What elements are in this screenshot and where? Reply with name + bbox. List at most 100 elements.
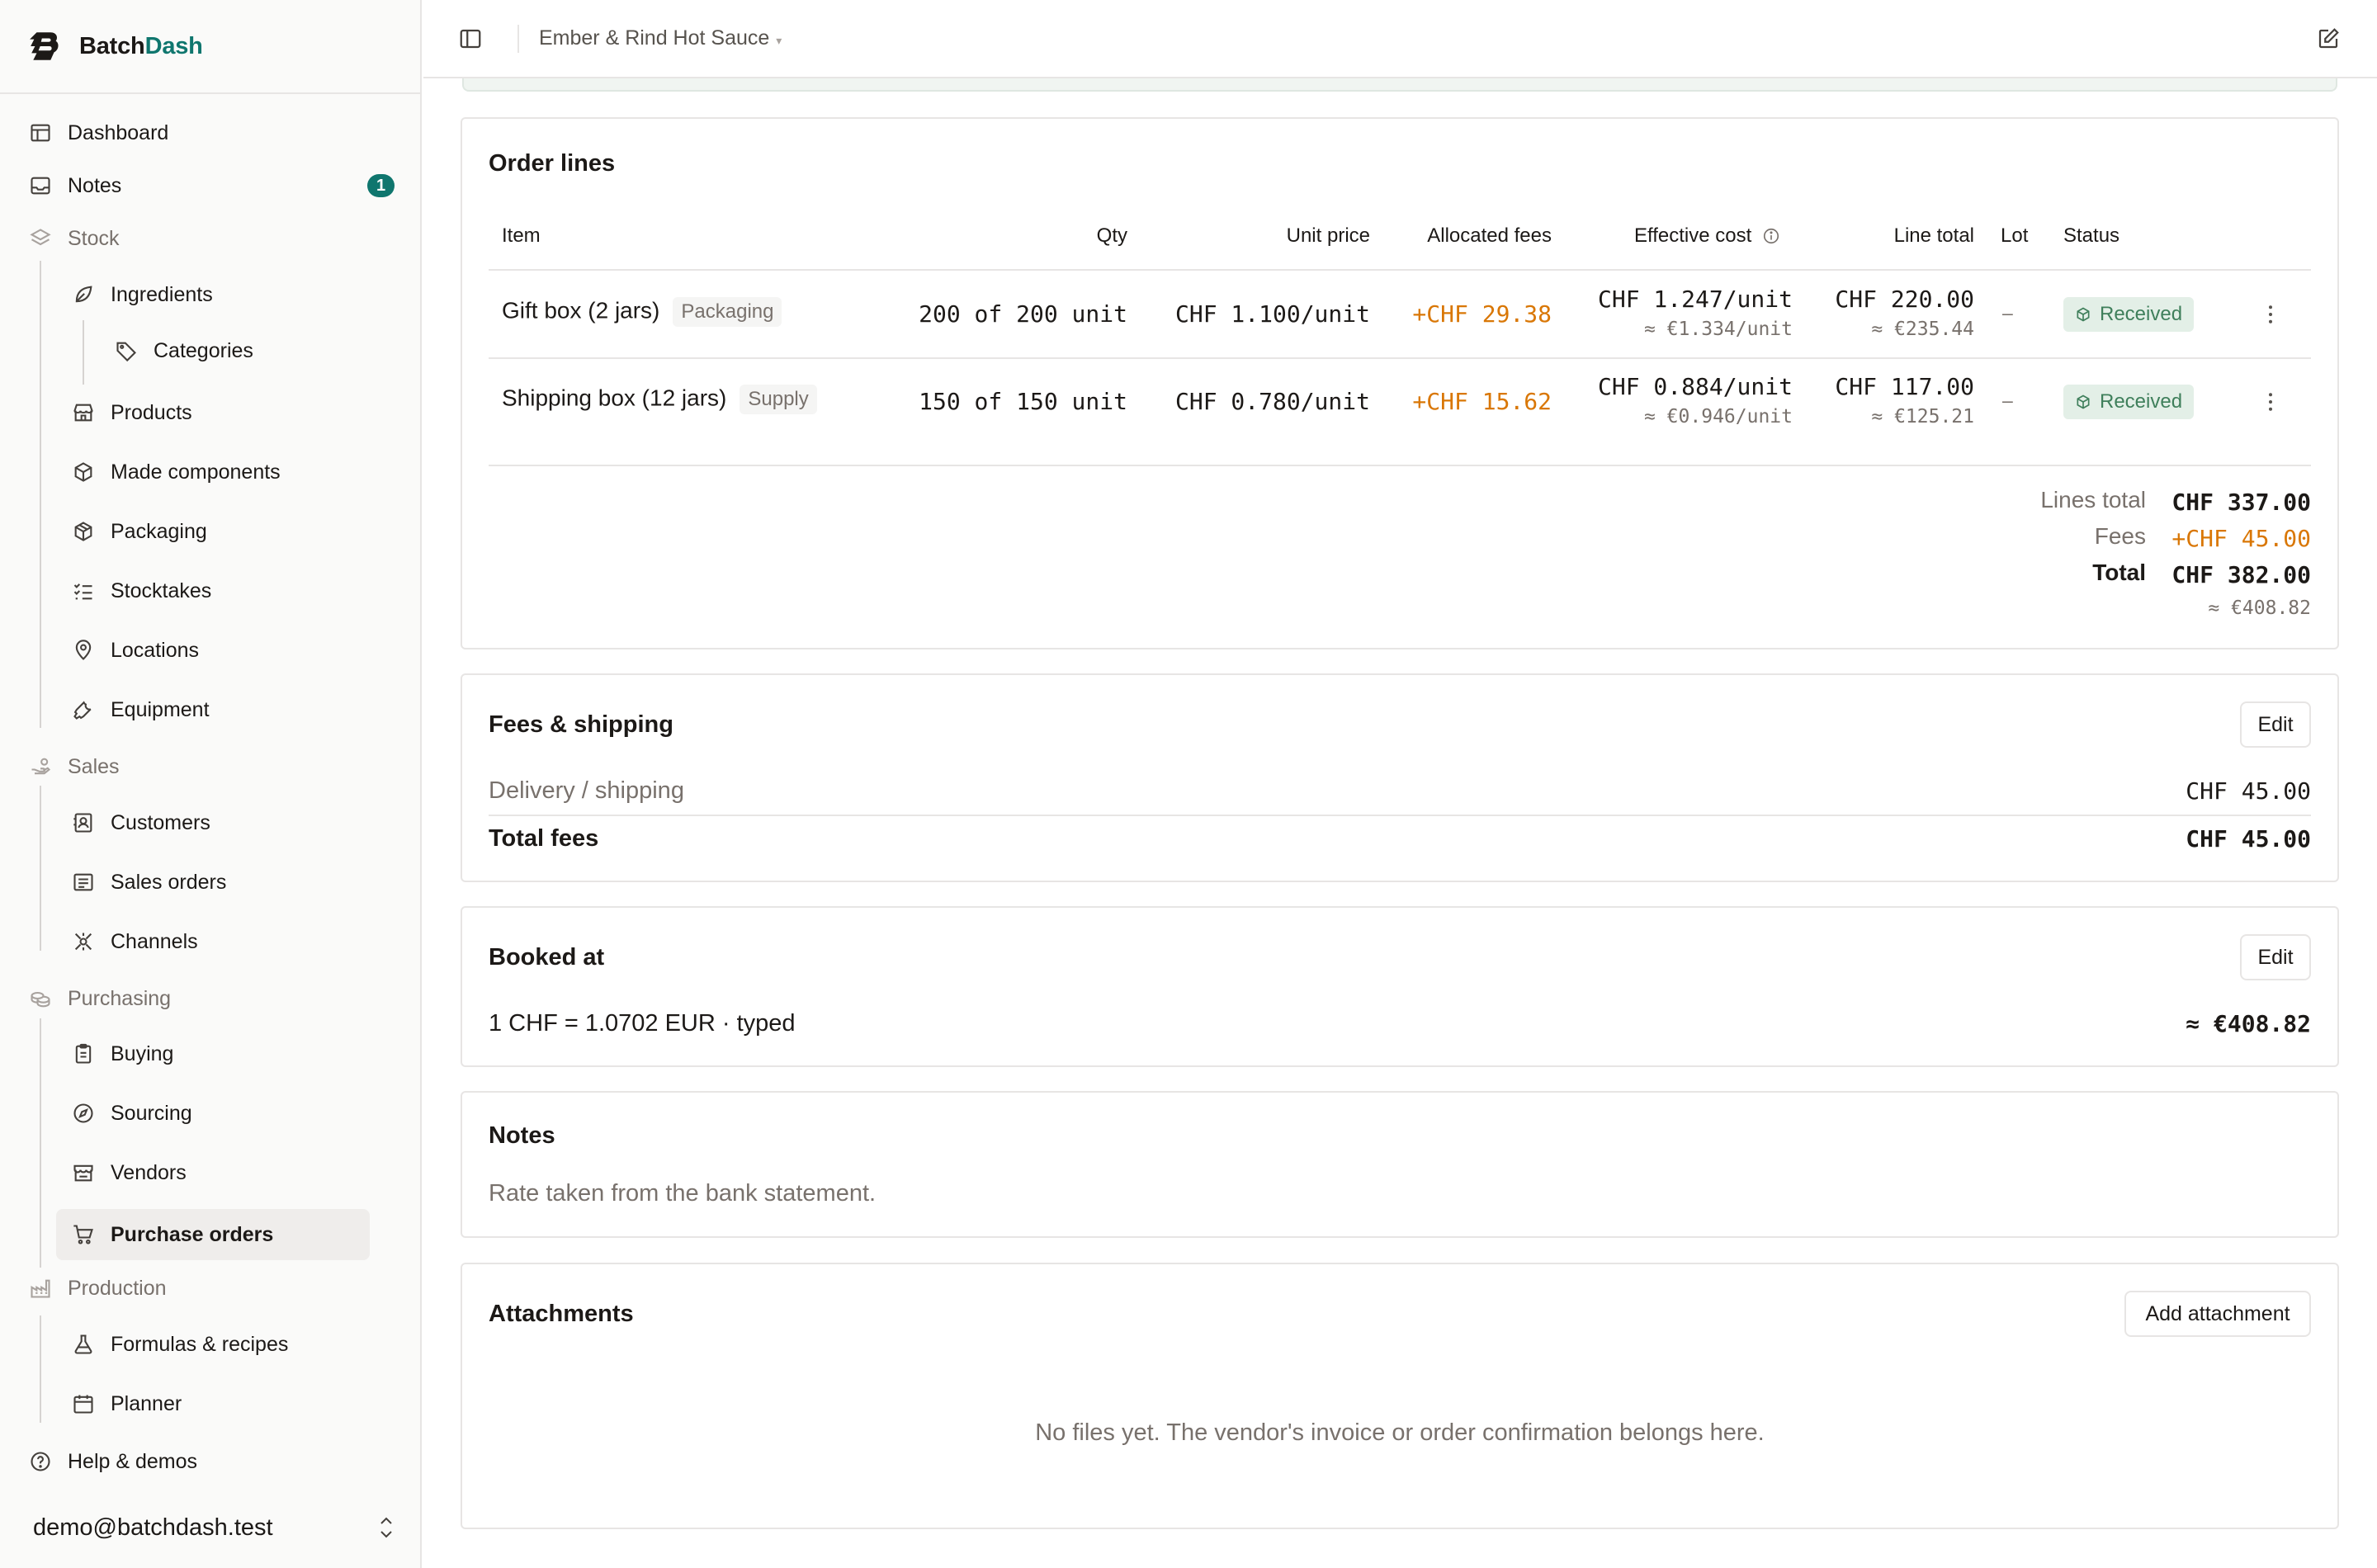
edit-fees-button[interactable]: Edit: [2240, 701, 2311, 748]
order-summary-values: CHF 337.00 +CHF 45.00 CHF 382.00 ≈ €408.…: [2146, 489, 2311, 654]
sidebar-item-planner[interactable]: Planner: [71, 1381, 182, 1427]
sidebar-toggle-icon[interactable]: [458, 26, 483, 51]
sidebar-item-notes[interactable]: Notes: [28, 163, 424, 209]
sidebar-item-ingredients[interactable]: Ingredients: [71, 272, 213, 318]
total-label: Total: [2092, 560, 2146, 585]
tree-line-sales: [40, 786, 41, 951]
table-cell-fees: +CHF 15.62: [1412, 388, 1552, 415]
sidebar-item-channels[interactable]: Channels: [71, 919, 198, 965]
receipt-icon: [71, 870, 96, 895]
sidebar-label-locations: Locations: [111, 638, 200, 662]
col-header-qty[interactable]: Qty: [1032, 224, 1127, 248]
user-menu[interactable]: demo@batchdash.test: [33, 1507, 396, 1548]
table-cell-qty: 150 of 150 unit: [919, 388, 1127, 415]
sidebar-label-formulas: Formulas & recipes: [111, 1332, 289, 1356]
sidebar-item-stocktakes[interactable]: Stocktakes: [71, 568, 211, 614]
status-badge: Received: [2063, 385, 2195, 419]
sidebar-label-purchase-orders: Purchase orders: [111, 1222, 274, 1246]
category-tag: Packaging: [673, 297, 782, 327]
sidebar-item-equipment[interactable]: Equipment: [71, 687, 210, 733]
notes-text[interactable]: Rate taken from the bank statement.: [489, 1180, 876, 1207]
sidebar-label-notes: Notes: [68, 173, 122, 197]
sidebar-item-categories[interactable]: Categories: [114, 328, 253, 374]
sidebar-item-products[interactable]: Products: [71, 390, 192, 436]
sidebar-item-buying[interactable]: Buying: [71, 1031, 173, 1077]
table-cell-effective-cost: CHF 0.884/unit: [1597, 373, 1793, 400]
attachments-card: Attachments Add attachment No files yet.…: [461, 1263, 2339, 1529]
col-header-unit-price[interactable]: Unit price: [1188, 224, 1370, 248]
fees-divider: [489, 815, 2311, 816]
fees-value: +CHF 45.00: [2171, 525, 2311, 552]
sidebar-section-sales[interactable]: Sales: [28, 744, 120, 790]
col-header-allocated-fees[interactable]: Allocated fees: [1387, 224, 1552, 248]
booked-title: Booked at: [489, 944, 605, 971]
leaf-icon: [71, 282, 96, 307]
sidebar-label-sales: Sales: [68, 754, 120, 778]
status-badge: Received: [2063, 297, 2195, 332]
table-row-item[interactable]: Gift box (2 jars) Packaging: [502, 297, 782, 327]
order-lines-title: Order lines: [489, 150, 616, 177]
notes-count-badge: 1: [367, 174, 395, 197]
table-cell-effective-cost-eur: ≈ €0.946/unit: [1643, 406, 1793, 427]
sidebar-item-purchase-orders[interactable]: Purchase orders: [56, 1209, 370, 1260]
col-header-effective-cost[interactable]: Effective cost: [1634, 224, 1780, 248]
info-icon[interactable]: [1762, 227, 1780, 245]
notes-card: Notes Rate taken from the bank statement…: [461, 1091, 2339, 1238]
category-tag: Supply: [740, 385, 817, 414]
sidebar-section-production[interactable]: Production: [28, 1265, 167, 1311]
col-header-lot[interactable]: Lot: [2001, 224, 2028, 248]
sidebar-item-vendors[interactable]: Vendors: [71, 1150, 187, 1196]
col-header-line-total[interactable]: Line total: [1816, 224, 1974, 248]
tree-line-production: [40, 1315, 41, 1423]
col-header-status[interactable]: Status: [2063, 224, 2119, 248]
edit-booked-button[interactable]: Edit: [2240, 934, 2311, 980]
sidebar-item-dashboard[interactable]: Dashboard: [28, 110, 168, 156]
sidebar-item-help[interactable]: Help & demos: [28, 1438, 197, 1485]
package-check-icon: [2077, 394, 2090, 409]
sidebar-item-sales-orders[interactable]: Sales orders: [71, 859, 226, 905]
tree-line-stock: [40, 261, 41, 728]
sidebar-label-vendors: Vendors: [111, 1160, 187, 1184]
table-cell-effective-cost-eur: ≈ €1.334/unit: [1643, 319, 1793, 340]
sidebar-item-locations[interactable]: Locations: [71, 627, 199, 673]
network-icon: [71, 929, 96, 954]
user-email: demo@batchdash.test: [33, 1514, 273, 1541]
col-header-item[interactable]: Item: [502, 224, 541, 248]
brand[interactable]: BatchDash: [0, 0, 420, 94]
delivery-value: CHF 45.00: [2186, 777, 2311, 805]
exchange-rate: 1 CHF = 1.0702 EUR · typed: [489, 1010, 796, 1037]
row-menu-icon[interactable]: [2258, 390, 2283, 414]
add-attachment-button[interactable]: Add attachment: [2124, 1291, 2311, 1337]
sidebar-label-customers: Customers: [111, 810, 210, 834]
booked-value: ≈ €408.82: [2186, 1010, 2311, 1037]
fees-label: Fees: [2094, 523, 2146, 549]
sidebar-label-production: Production: [68, 1276, 167, 1300]
sidebar-section-stock[interactable]: Stock: [28, 215, 120, 262]
sidebar-label-dashboard: Dashboard: [68, 120, 169, 144]
storefront-icon: [71, 1160, 96, 1185]
workspace-switcher[interactable]: Ember & Rind Hot Sauce ▾: [539, 26, 782, 50]
sidebar-item-packaging[interactable]: Packaging: [71, 508, 207, 555]
table-cell-line-total: CHF 220.00: [1835, 286, 1974, 313]
table-divider: [489, 357, 2311, 359]
sidebar-item-made-components[interactable]: Made components: [71, 449, 281, 495]
brand-name: BatchDash: [79, 32, 203, 59]
sidebar-item-formulas[interactable]: Formulas & recipes: [71, 1321, 288, 1367]
coins-icon: [28, 986, 53, 1011]
sidebar-item-customers[interactable]: Customers: [71, 800, 210, 846]
sidebar-label-sales-orders: Sales orders: [111, 870, 227, 894]
row-menu-icon[interactable]: [2258, 302, 2283, 327]
compose-icon[interactable]: [2316, 26, 2341, 51]
sidebar-label-products: Products: [111, 400, 192, 424]
sidebar-section-purchasing[interactable]: Purchasing: [28, 975, 171, 1022]
sidebar: BatchDash Dashboard Notes 1 Stock Ingred…: [0, 0, 422, 1568]
table-divider: [489, 269, 2311, 271]
fees-card: Fees & shipping Edit Delivery / shipping…: [461, 673, 2339, 882]
tree-line-purchasing: [40, 1018, 41, 1268]
table-cell-unit-price: CHF 0.780/unit: [1174, 388, 1370, 415]
total-fees-label: Total fees: [489, 825, 599, 852]
sidebar-item-sourcing[interactable]: Sourcing: [71, 1090, 192, 1136]
previous-card-bottom: [462, 78, 2337, 92]
sidebar-label-categories: Categories: [154, 338, 253, 362]
table-row-item[interactable]: Shipping box (12 jars) Supply: [502, 385, 817, 414]
